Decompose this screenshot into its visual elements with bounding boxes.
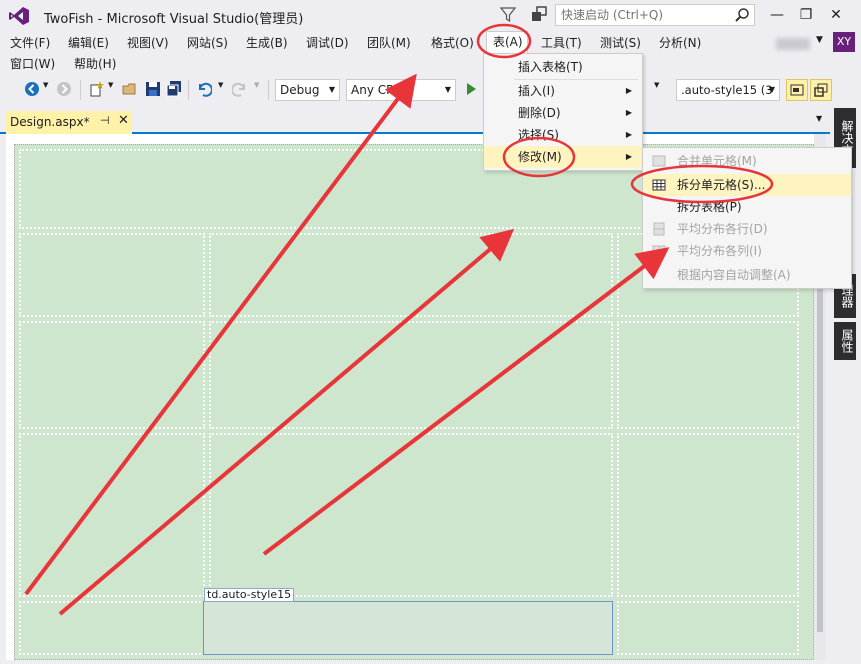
tab-list-dropdown-icon[interactable]: ▼ [816,114,822,123]
solution-config-value: Debug [280,83,320,97]
element-tag-label: td.auto-style15 [204,588,295,602]
menu-item-insert[interactable]: 插入(I) ▶ [484,80,642,102]
menu-item-autofit[interactable]: 根据内容自动调整(A) [643,264,851,286]
menu-table[interactable]: 表(A) [486,31,528,55]
avatar[interactable]: XY [833,32,855,52]
notification-icon[interactable] [530,5,548,23]
menu-item-modify[interactable]: 修改(M) ▶ [484,146,642,168]
menu-window[interactable]: 窗口(W) [8,54,57,75]
table-cell[interactable] [617,433,799,597]
chevron-down-icon: ▼ [768,85,775,94]
target-rule-select[interactable]: .auto-style15 (3 ▼ [676,79,780,101]
menu-item-split-table[interactable]: 拆分表格(P) [643,196,851,218]
split-cells-icon [652,179,666,191]
redo-icon[interactable] [232,81,248,97]
vs-logo-icon [9,7,29,25]
menu-view[interactable]: 视图(V) [125,33,171,54]
distribute-rows-icon [653,222,665,236]
chevron-down-icon: ▼ [328,85,335,94]
submenu-arrow-icon: ▶ [625,152,632,161]
menu-team[interactable]: 团队(M) [365,33,413,54]
undo-dropdown-icon[interactable]: ▼ [218,81,223,89]
menu-website[interactable]: 网站(S) [185,33,230,54]
style-target-icon [814,83,828,97]
redo-dropdown-icon[interactable]: ▼ [254,81,259,89]
menu-bar: 文件(F) 编辑(E) 视图(V) 网站(S) 生成(B) 调试(D) 团队(M… [0,31,861,76]
close-icon[interactable]: ✕ [823,4,849,26]
style-icon [790,84,804,96]
navigate-forward-icon[interactable] [56,81,72,97]
table-cell[interactable] [209,233,613,317]
menu-item-select[interactable]: 选择(S) ▶ [484,124,642,146]
solution-platform-select[interactable]: Any CPU ▼ [346,79,456,101]
quick-launch-input[interactable] [556,5,731,25]
menu-item-merge-cells[interactable]: 合并单元格(M) [643,150,851,172]
pin-icon[interactable]: ⊣ [100,114,110,127]
close-tab-icon[interactable]: ✕ [118,113,129,128]
menu-format[interactable]: 格式(O) [429,33,476,54]
undo-icon[interactable] [196,81,212,97]
menu-item-insert-table[interactable]: 插入表格(T) [484,56,642,78]
start-debug-icon[interactable] [463,81,479,97]
style-application-toggle[interactable] [786,79,808,101]
menu-build[interactable]: 生成(B) [244,33,290,54]
tab-label: Design.aspx* [10,115,90,129]
tab-properties[interactable]: 属性 [834,322,856,360]
merge-cells-icon [652,155,666,167]
table-cell[interactable] [19,601,205,655]
target-rule-value: .auto-style15 (3 [681,83,773,97]
tab-design-aspx[interactable]: Design.aspx* ⊣ ✕ [6,111,132,134]
new-project-icon[interactable] [88,81,104,97]
submenu-arrow-icon: ▶ [625,130,632,139]
table-cell[interactable] [617,601,799,655]
new-dropdown-icon[interactable]: ▼ [108,81,113,89]
table-cell[interactable] [617,321,799,429]
menu-item-delete[interactable]: 删除(D) ▶ [484,102,642,124]
menu-item-distribute-rows[interactable]: 平均分布各行(D) [643,218,851,240]
window-title: TwoFish - Microsoft Visual Studio(管理员) [44,12,304,27]
navigate-back-icon[interactable] [24,81,40,97]
restore-icon[interactable]: ❐ [793,4,819,26]
solution-platform-value: Any CPU [351,83,403,97]
table-cell[interactable] [19,233,205,317]
menu-test[interactable]: 测试(S) [598,33,643,54]
table-menu-dropdown: 插入表格(T) 插入(I) ▶ 删除(D) ▶ 选择(S) ▶ 修改(M) ▶ [483,53,643,171]
chevron-down-icon: ▼ [444,85,451,94]
menu-analyze[interactable]: 分析(N) [657,33,703,54]
save-icon[interactable] [145,81,161,97]
solution-config-select[interactable]: Debug ▼ [275,79,340,101]
back-dropdown-icon[interactable]: ▼ [43,81,48,89]
save-all-icon[interactable] [166,81,182,97]
submenu-arrow-icon: ▶ [625,86,632,95]
table-cell[interactable] [209,433,613,597]
search-icon[interactable] [734,7,750,23]
quick-launch-box[interactable] [555,4,755,26]
menu-help[interactable]: 帮助(H) [72,54,118,75]
menu-tools[interactable]: 工具(T) [539,33,584,54]
menu-item-distribute-columns[interactable]: 平均分布各列(I) [643,240,851,262]
menu-edit[interactable]: 编辑(E) [66,33,111,54]
manual-style-toggle[interactable] [810,79,832,101]
distribute-columns-icon [652,245,666,257]
account-name[interactable] [776,38,810,50]
table-cell[interactable] [19,321,205,429]
document-tab-strip: Design.aspx* ⊣ ✕ [0,104,830,134]
toolbar-overflow-icon[interactable]: ▼ [654,81,659,89]
title-bar: TwoFish - Microsoft Visual Studio(管理员) —… [0,0,861,32]
selected-table-cell[interactable] [203,601,613,655]
submenu-arrow-icon: ▶ [625,108,632,117]
minimize-icon[interactable]: — [764,4,790,26]
open-file-icon[interactable] [122,81,138,97]
modify-submenu: 合并单元格(M) 拆分单元格(S)... 拆分表格(P) 平均分布各行(D) 平… [642,147,852,289]
menu-debug[interactable]: 调试(D) [304,33,351,54]
table-cell[interactable] [19,433,205,597]
table-cell[interactable] [209,321,613,429]
account-dropdown-icon[interactable]: ▼ [816,35,823,45]
filter-icon[interactable] [500,6,516,24]
menu-file[interactable]: 文件(F) [8,33,52,54]
standard-toolbar: ▼ ▼ ▼ ▼ Debug ▼ Any CPU ▼ ▼ .auto-style1… [0,76,861,104]
menu-item-split-cells[interactable]: 拆分单元格(S)... [643,174,851,196]
